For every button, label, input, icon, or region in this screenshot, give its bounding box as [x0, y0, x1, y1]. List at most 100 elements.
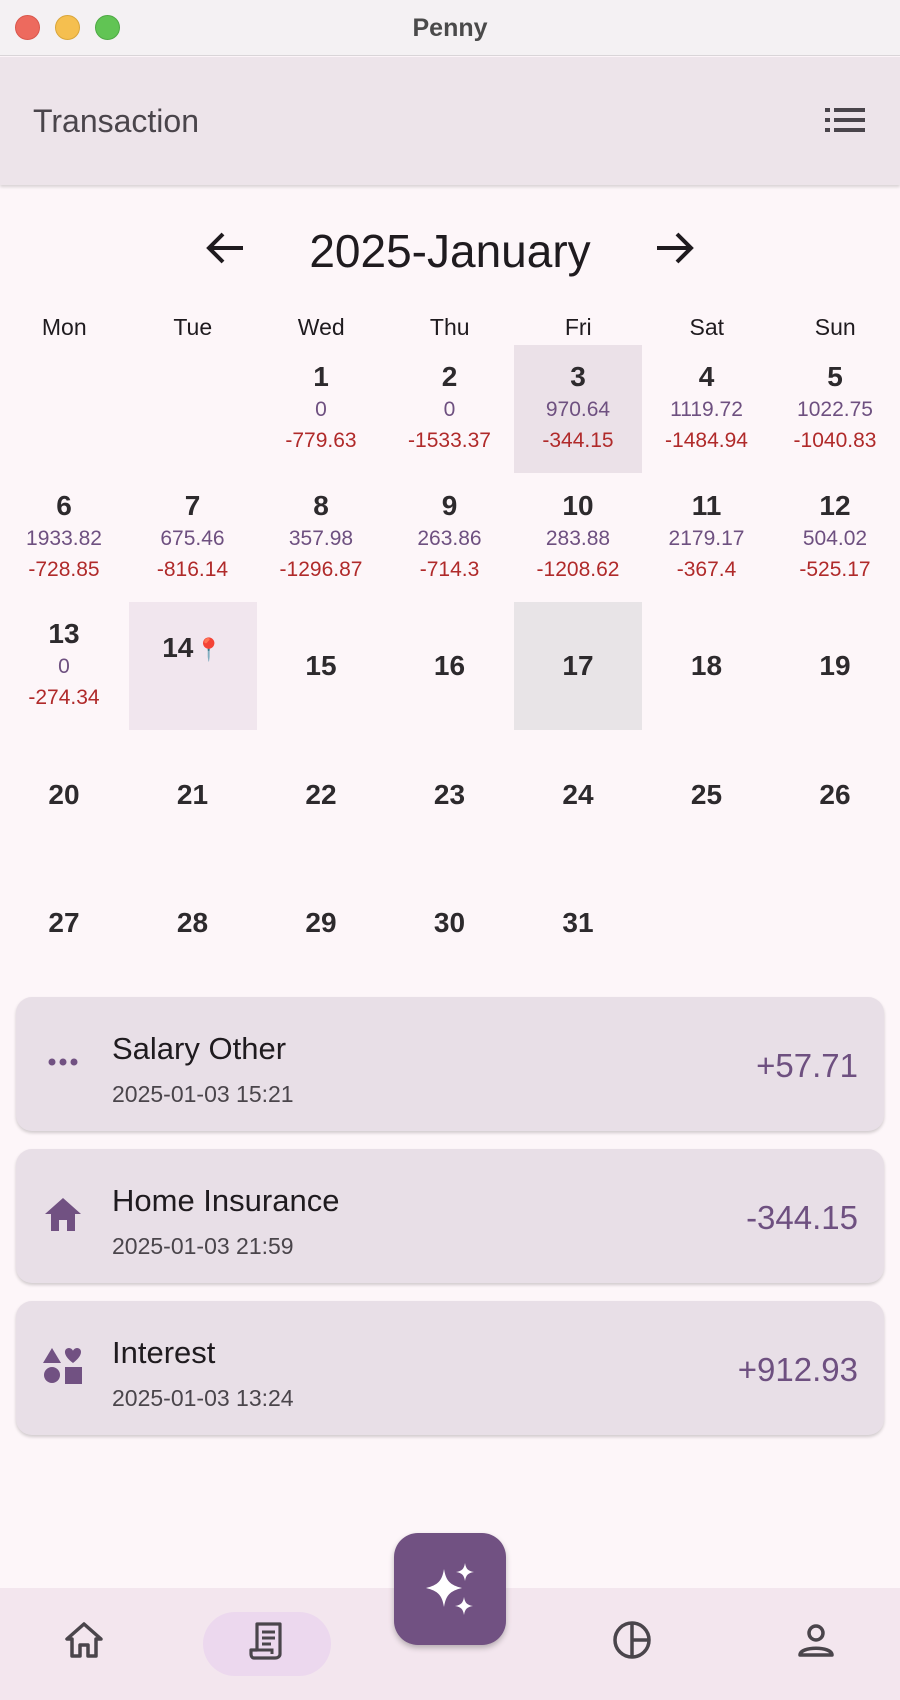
calendar-day[interactable]: 13 0 -274.34 — [0, 602, 128, 730]
day-number: 29 — [305, 907, 337, 938]
calendar-day[interactable]: 18 — [643, 602, 771, 730]
day-number: 31 — [562, 907, 594, 938]
transaction-time: 2025-01-03 21:59 — [112, 1233, 294, 1259]
app-bar: Transaction — [0, 57, 900, 185]
arrow-right-icon[interactable] — [653, 226, 697, 270]
transaction-title: Salary Other — [112, 1031, 287, 1066]
day-income: 0 — [315, 398, 327, 421]
calendar-day[interactable]: 2 0 -1533.37 — [386, 345, 514, 473]
home-icon — [65, 1622, 103, 1658]
day-income: 1022.75 — [797, 398, 873, 421]
day-income: 283.88 — [545, 526, 611, 550]
transaction-card[interactable]: Salary Other 2025-01-03 15:21 +57.71 — [16, 997, 884, 1131]
day-expense: -714.3 — [419, 557, 480, 581]
calendar-day[interactable]: 24 — [514, 731, 642, 859]
day-expense: -1533.37 — [408, 429, 491, 452]
calendar-day[interactable]: 31 — [514, 859, 642, 987]
transaction-amount: +912.93 — [737, 1351, 858, 1388]
calendar-day[interactable]: 19 — [771, 602, 899, 730]
nav-transactions[interactable] — [239, 1612, 295, 1668]
day-number: 26 — [819, 778, 851, 810]
calendar-day[interactable]: 26 — [771, 731, 899, 859]
calendar-day[interactable]: 22 — [257, 731, 385, 859]
window-titlebar: Penny — [0, 0, 900, 56]
day-expense: -779.63 — [285, 429, 357, 452]
calendar-day[interactable]: 9 263.86 -714.3 — [386, 474, 514, 602]
calendar-day[interactable]: 7 675.46 -816.14 — [129, 474, 257, 602]
calendar-day[interactable]: 5 1022.75 -1040.83 — [771, 345, 899, 473]
calendar-day[interactable]: 21 — [129, 731, 257, 859]
day-number: 22 — [305, 778, 337, 810]
day-number: 18 — [690, 650, 723, 681]
day-number: 1 — [313, 361, 329, 392]
calendar-day[interactable]: 10 283.88 -1208.62 — [514, 474, 642, 602]
day-number: 10 — [562, 489, 594, 521]
day-income: 263.86 — [417, 526, 482, 550]
list-icon[interactable] — [825, 105, 865, 135]
weekday-label: Fri — [564, 314, 592, 340]
calendar-day[interactable]: 3 970.64 -344.15 — [514, 345, 642, 473]
day-number: 17 — [562, 650, 594, 681]
calendar-day[interactable]: 15 — [257, 602, 385, 730]
calendar-day[interactable]: 1 0 -779.63 — [257, 345, 385, 473]
day-expense: -1208.62 — [536, 557, 620, 581]
transaction-card[interactable]: Home Insurance 2025-01-03 21:59 -344.15 — [16, 1149, 884, 1283]
day-number: 4 — [698, 361, 715, 392]
pin-icon: 📍 — [195, 637, 223, 662]
calendar-day[interactable]: 25 — [643, 731, 771, 859]
day-number: 8 — [313, 489, 329, 521]
day-income: 970.64 — [545, 398, 611, 421]
calendar-day[interactable]: 16 — [386, 602, 514, 730]
calendar-day[interactable]: 17 — [514, 602, 642, 730]
day-number: 19 — [819, 650, 851, 681]
arrow-left-icon[interactable] — [203, 226, 247, 270]
day-number: 2 — [441, 361, 458, 392]
calendar-day[interactable]: 14📍 — [128, 602, 257, 730]
shapes-icon — [43, 1348, 82, 1384]
nav-profile[interactable] — [788, 1612, 844, 1668]
home-icon — [45, 1198, 81, 1231]
calendar-day[interactable]: 11 2179.17 -367.4 — [643, 474, 771, 602]
transaction-title: Interest — [112, 1335, 216, 1370]
day-income: 504.02 — [802, 526, 868, 550]
transaction-card[interactable]: Interest 2025-01-03 13:24 +912.93 — [16, 1301, 884, 1435]
day-expense: -1296.87 — [279, 557, 363, 581]
day-number: 24 — [562, 778, 594, 810]
day-expense: -525.17 — [799, 557, 871, 581]
calendar-day[interactable]: 20 — [0, 731, 128, 859]
transaction-time: 2025-01-03 13:24 — [112, 1385, 294, 1411]
day-number: 21 — [176, 778, 209, 810]
day-income: 0 — [443, 398, 456, 421]
calendar-day[interactable]: 6 1933.82 -728.85 — [0, 474, 128, 602]
page-title: Transaction — [33, 103, 199, 139]
day-number: 7 — [184, 489, 201, 521]
calendar-day[interactable]: 30 — [386, 859, 514, 987]
calendar-day[interactable]: 29 — [257, 859, 385, 987]
window-title: Penny — [412, 14, 488, 42]
person-icon — [798, 1624, 834, 1657]
weekday-label: Mon — [41, 314, 87, 340]
calendar-day[interactable]: 27 — [0, 859, 128, 987]
day-number: 6 — [56, 489, 72, 521]
day-number: 14 — [162, 632, 194, 663]
transaction-time: 2025-01-03 15:21 — [112, 1081, 294, 1107]
day-number: 15 — [305, 650, 337, 681]
weekday-label: Tue — [173, 314, 213, 340]
day-number: 28 — [176, 907, 209, 938]
day-expense: -816.14 — [156, 557, 229, 581]
calendar-day[interactable]: 8 357.98 -1296.87 — [257, 474, 385, 602]
calendar-day[interactable]: 23 — [386, 731, 514, 859]
calendar-day[interactable]: 28 — [129, 859, 257, 987]
day-number: 30 — [433, 907, 466, 938]
nav-statistics[interactable] — [604, 1612, 660, 1668]
weekday-header: Mon Tue Wed Thu Fri Sat Sun — [0, 314, 900, 341]
nav-home[interactable] — [56, 1612, 112, 1668]
day-expense: -728.85 — [28, 557, 100, 581]
weekday-label: Wed — [297, 314, 345, 340]
calendar-day[interactable]: 12 504.02 -525.17 — [771, 474, 899, 602]
calendar-day[interactable]: 4 1119.72 -1484.94 — [643, 345, 771, 473]
day-number: 23 — [433, 778, 466, 810]
month-label: 2025-January — [309, 225, 591, 277]
ai-assistant-button[interactable] — [394, 1533, 506, 1645]
day-number: 5 — [827, 361, 843, 392]
